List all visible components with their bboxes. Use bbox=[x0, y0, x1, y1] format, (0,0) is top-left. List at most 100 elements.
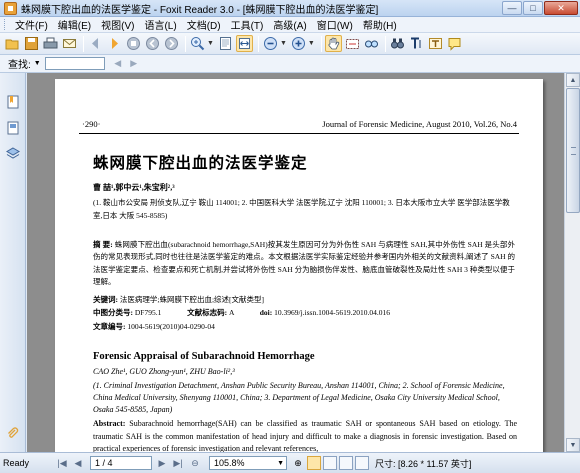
english-affiliation: (1. Criminal Investigation Detachment, A… bbox=[93, 381, 505, 415]
toolbar-separator bbox=[185, 35, 186, 52]
zoom-out-icon[interactable] bbox=[262, 35, 279, 52]
typewriter-icon[interactable] bbox=[427, 35, 444, 52]
keywords-line: 关键词: 法医病理学;蛛网膜下腔出血;综述[文献类型] bbox=[93, 294, 264, 305]
zoom-dropdown-arrow[interactable]: ▼ bbox=[207, 40, 214, 47]
window-title: 蛛网膜下腔出血的法医学鉴定 - Foxit Reader 3.0 - [蛛网膜下… bbox=[21, 4, 379, 16]
classification-line: 中图分类号: DF795.1 文献标志码: A doi: 10.3969/j.i… bbox=[93, 307, 390, 318]
article-title: 蛛网膜下腔出血的法医学鉴定 bbox=[93, 154, 308, 172]
loupe-icon[interactable] bbox=[363, 35, 380, 52]
find-bar: 查找: ▼ ◀ ▶ bbox=[0, 55, 580, 73]
english-authors: CAO Zhe¹, GUO Zhong-yun¹, ZHU Bao-li²,³ bbox=[93, 367, 235, 376]
abstract-text: 蛛网膜下腔出血(subarachnoid hemorrhage,SAH)按其发生… bbox=[93, 240, 516, 286]
foxit-app-icon[interactable] bbox=[4, 1, 17, 15]
first-page-icon[interactable]: |◀ bbox=[55, 456, 69, 470]
header-rule bbox=[79, 133, 519, 134]
zoom-in-icon[interactable] bbox=[189, 35, 206, 52]
main-toolbar: ▼ ▼ ▼ bbox=[0, 33, 580, 55]
menu-edit[interactable]: 编辑(E) bbox=[53, 17, 96, 32]
keywords-text: 法医病理学;蛛网膜下腔出血;综述[文献类型] bbox=[119, 295, 265, 304]
go-forward-icon[interactable] bbox=[163, 35, 180, 52]
menu-grip[interactable] bbox=[4, 19, 7, 30]
zoom-out-status-icon[interactable]: ⊖ bbox=[187, 456, 203, 470]
cls-text: DF795.1 bbox=[134, 308, 162, 317]
last-page-icon[interactable]: ▶| bbox=[171, 456, 185, 470]
stop-icon[interactable] bbox=[125, 35, 142, 52]
next-page-status-icon[interactable]: ▶ bbox=[155, 456, 169, 470]
title-bar: 蛛网膜下腔出血的法医学鉴定 - Foxit Reader 3.0 - [蛛网膜下… bbox=[0, 0, 580, 17]
scrollbar-thumb[interactable] bbox=[566, 88, 580, 213]
zoom-in-status-icon[interactable]: ⊕ bbox=[291, 456, 305, 470]
doccode-text: A bbox=[228, 308, 234, 317]
page-size-text: 尺寸: [8.26 * 11.57 英寸] bbox=[375, 458, 472, 469]
menu-window[interactable]: 窗口(W) bbox=[312, 17, 358, 32]
previous-page-icon[interactable] bbox=[87, 35, 104, 52]
pdf-page[interactable]: ·290· Journal of Forensic Medicine, Augu… bbox=[55, 79, 543, 452]
bookmarks-panel-icon[interactable] bbox=[4, 93, 22, 111]
journal-header: Journal of Forensic Medicine, August 201… bbox=[322, 119, 517, 129]
maximize-button[interactable]: □ bbox=[523, 1, 543, 15]
english-abstract-label: Abstract: bbox=[93, 419, 126, 428]
scroll-down-icon[interactable]: ▼ bbox=[566, 438, 580, 452]
continuous-facing-mode-icon[interactable] bbox=[355, 456, 369, 470]
find-next-icon[interactable]: ▶ bbox=[127, 57, 141, 70]
page-number: ·290· bbox=[82, 119, 101, 129]
english-title: Forensic Appraisal of Subarachnoid Hemor… bbox=[93, 351, 315, 362]
keywords-label: 关键词: bbox=[93, 295, 118, 304]
status-text: Ready bbox=[3, 458, 30, 468]
doccode-label: 文献标志码: bbox=[187, 308, 228, 317]
document-viewport[interactable]: ·290· Journal of Forensic Medicine, Augu… bbox=[27, 73, 564, 452]
single-page-mode-icon[interactable] bbox=[307, 456, 321, 470]
print-icon[interactable] bbox=[42, 35, 59, 52]
save-icon[interactable] bbox=[23, 35, 40, 52]
hand-tool-icon[interactable] bbox=[324, 35, 342, 52]
facing-mode-icon[interactable] bbox=[339, 456, 353, 470]
article-number-label: 文章编号: bbox=[93, 322, 126, 331]
find-previous-icon[interactable]: ◀ bbox=[111, 57, 125, 70]
menu-view[interactable]: 视图(V) bbox=[96, 17, 139, 32]
zoom-plus-dropdown-arrow[interactable]: ▼ bbox=[308, 40, 315, 47]
pages-panel-icon[interactable] bbox=[4, 119, 22, 137]
snapshot-icon[interactable] bbox=[344, 35, 361, 52]
toolbar-separator bbox=[320, 35, 322, 52]
menu-advanced[interactable]: 高级(A) bbox=[268, 17, 311, 32]
menu-help[interactable]: 帮助(H) bbox=[358, 17, 402, 32]
go-back-icon[interactable] bbox=[144, 35, 161, 52]
fit-width-icon[interactable] bbox=[235, 35, 253, 52]
attachments-panel-icon[interactable] bbox=[4, 425, 22, 443]
continuous-mode-icon[interactable] bbox=[323, 456, 337, 470]
binoculars-icon[interactable] bbox=[389, 35, 406, 52]
layers-panel-icon[interactable] bbox=[4, 145, 22, 163]
find-options-dropdown[interactable]: ▼ bbox=[34, 60, 41, 67]
prev-page-icon[interactable]: ◀ bbox=[71, 456, 85, 470]
note-icon[interactable] bbox=[446, 35, 463, 52]
minimize-button[interactable]: — bbox=[502, 1, 522, 15]
menu-language[interactable]: 语言(L) bbox=[139, 17, 181, 32]
zoom-level-dropdown-icon[interactable]: ▼ bbox=[277, 460, 284, 467]
scroll-up-icon[interactable]: ▲ bbox=[566, 73, 580, 87]
english-abstract-text: Subarachnoid hemorrhage(SAH) can be clas… bbox=[93, 419, 518, 452]
article-number-text: 1004-5619(2010)04-0290-04 bbox=[127, 322, 215, 331]
menu-tools[interactable]: 工具(T) bbox=[226, 17, 269, 32]
status-bar: Ready |◀ ◀ 1 / 4 ▶ ▶| ⊖ 105.8% ▼ ⊕ 尺寸: [… bbox=[0, 452, 580, 473]
vertical-scrollbar[interactable]: ▲ ▼ bbox=[564, 73, 580, 452]
next-page-icon[interactable] bbox=[106, 35, 123, 52]
open-folder-icon[interactable] bbox=[4, 35, 21, 52]
toolbar-separator bbox=[384, 35, 386, 52]
menu-file[interactable]: 文件(F) bbox=[10, 17, 53, 32]
abstract-paragraph: 摘 要: 蛛网膜下腔出血(subarachnoid hemorrhage,SAH… bbox=[93, 239, 515, 288]
zoom-level[interactable]: 105.8% ▼ bbox=[209, 456, 287, 470]
article-number-line: 文章编号: 1004-5619(2010)04-0290-04 bbox=[93, 321, 215, 332]
page-indicator[interactable]: 1 / 4 bbox=[90, 456, 152, 470]
find-input[interactable] bbox=[44, 57, 105, 70]
zoom-level-text: 105.8% bbox=[214, 458, 245, 468]
cls-label: 中图分类号: bbox=[93, 308, 133, 317]
select-text-icon[interactable] bbox=[408, 35, 425, 52]
zoom-plus-icon[interactable] bbox=[290, 35, 307, 52]
zoom-level-dropdown-arrow[interactable]: ▼ bbox=[280, 40, 287, 47]
doi-label: doi: bbox=[259, 308, 273, 317]
toolbar-separator bbox=[257, 35, 259, 52]
menu-document[interactable]: 文档(D) bbox=[182, 17, 226, 32]
fit-page-icon[interactable] bbox=[217, 35, 234, 52]
email-icon[interactable] bbox=[61, 35, 78, 52]
close-button[interactable]: ✕ bbox=[544, 1, 578, 15]
